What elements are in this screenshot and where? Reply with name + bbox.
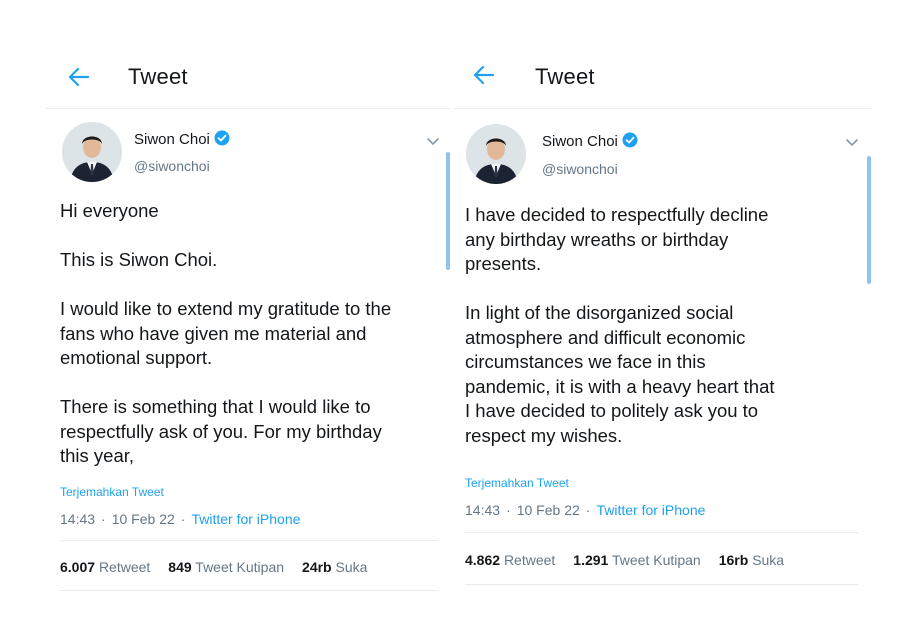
author-handle[interactable]: @siwonchoi [542,161,618,177]
tweet-source-link[interactable]: Twitter for iPhone [191,511,300,527]
tweet-stats: 4.862 Retweet 1.291 Tweet Kutipan 16rb Suk… [465,552,802,568]
tweet-meta: 14:43 · 10 Feb 22 · Twitter for iPhone [60,511,300,527]
tweet-line: this year, [60,445,135,466]
tweet-line: In light of the disorganized social [465,302,734,323]
header-title: Tweet [128,64,188,89]
author-name-row[interactable]: Siwon Choi [134,130,230,150]
tweet-line: atmosphere and difficult economic [465,326,746,348]
tweet-text: Hi everyone This is Siwon Choi. I would … [60,199,391,469]
tweet-date: 10 Feb 22 [516,502,580,518]
tweet-line: emotional support. [60,347,213,368]
tweet-text: I have decided to respectfully decline a… [465,203,775,448]
retweets-label: Retweet [503,552,556,568]
translate-tweet-link[interactable]: Terjemahkan Tweet [465,476,569,490]
meta-separator: · [506,502,511,518]
scrollbar[interactable] [867,156,871,284]
tweet-time: 14:43 [60,511,96,527]
tweet-line: This is Siwon Choi. [60,249,218,270]
likes-count: 24rb [302,559,332,575]
translate-tweet-link[interactable]: Terjemahkan Tweet [60,485,164,499]
tweet-line: I would like to extend my gratitude to t… [60,298,392,319]
tweet-line: circumstances we face in this [465,351,706,372]
tweet-source-link[interactable]: Twitter for iPhone [596,502,705,518]
author-handle[interactable]: @siwonchoi [134,158,210,174]
meta-separator: · [180,511,186,527]
arrow-left-icon[interactable] [471,62,497,88]
tweet-line: There is something that I would like to [60,396,371,417]
tweet-line: I have decided to politely ask you to [465,400,759,421]
avatar[interactable] [62,122,122,182]
retweets-count: 4.862 [465,552,501,568]
quote-tweets-stat[interactable]: 849 Tweet Kutipan [168,559,284,575]
tweet-line: respectfully ask of you. For my birthday [60,420,382,442]
quotes-count: 1.291 [573,552,609,568]
retweets-label: Retweet [98,559,151,575]
meta-separator: · [585,502,591,518]
divider [465,584,859,585]
divider [465,532,859,533]
likes-stat[interactable]: 24rb Suka [302,559,367,575]
tweet-line: Hi everyone [60,200,159,221]
quotes-label: Tweet Kutipan [195,559,285,575]
scrollbar[interactable] [446,152,450,270]
retweets-count: 6.007 [60,559,96,575]
tweet-stats: 6.007 Retweet 849 Tweet Kutipan 24rb Suka [60,559,385,575]
quotes-label: Tweet Kutipan [611,552,701,568]
tweet-time: 14:43 [465,502,501,518]
tweet-line: fans who have given me material and [60,322,367,344]
tweet-line: respect my wishes. [465,424,623,446]
header-title: Tweet [535,64,595,89]
tweet-panel-left: Tweet Siwon Choi @siwonchoi Hi everyone … [46,0,450,640]
tweet-panel-right: Tweet Siwon Choi @siwonchoi I have decid… [453,0,871,640]
tweet-line: pandemic, it is with a heavy heart that [465,375,775,397]
tweet-header: Tweet [453,52,871,109]
likes-stat[interactable]: 16rb Suka [719,552,784,568]
chevron-down-icon[interactable] [426,134,440,146]
quote-tweets-stat[interactable]: 1.291 Tweet Kutipan [573,552,700,568]
author-name[interactable]: Siwon Choi [134,131,210,148]
author-name[interactable]: Siwon Choi [542,133,618,150]
verified-badge-icon [214,130,230,150]
tweet-line: any birthday wreaths or birthday [465,228,729,250]
retweets-stat[interactable]: 4.862 Retweet [465,552,555,568]
author-name-row[interactable]: Siwon Choi [542,132,638,152]
avatar[interactable] [466,124,526,184]
quotes-count: 849 [168,559,192,575]
likes-count: 16rb [718,552,749,568]
tweet-line: presents. [465,253,542,274]
likes-label: Suka [752,552,785,568]
tweet-meta: 14:43 · 10 Feb 22 · Twitter for iPhone [465,502,705,518]
tweet-line: I have decided to respectfully decline [465,204,769,225]
tweet-header: Tweet [46,52,450,109]
likes-label: Suka [335,559,368,575]
divider [60,540,438,541]
meta-separator: · [101,511,106,527]
arrow-left-icon[interactable] [66,64,92,90]
divider [60,590,438,591]
chevron-down-icon[interactable] [845,135,859,147]
verified-badge-icon [622,132,638,152]
tweet-date: 10 Feb 22 [111,511,175,527]
retweets-stat[interactable]: 6.007 Retweet [60,559,150,575]
